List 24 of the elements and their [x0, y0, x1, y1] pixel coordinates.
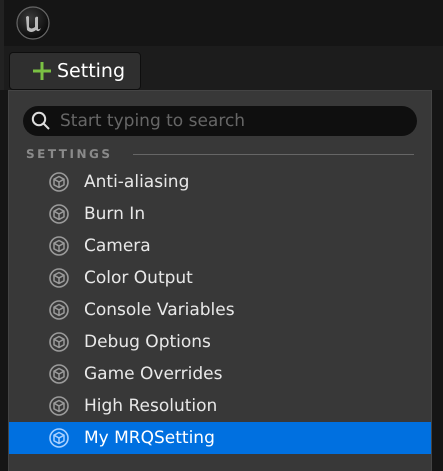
- menu-item[interactable]: Debug Options: [9, 326, 431, 358]
- cube-icon: [49, 172, 69, 192]
- menu-item[interactable]: High Resolution: [9, 390, 431, 422]
- search-icon: [31, 111, 51, 131]
- cube-icon: [49, 332, 69, 352]
- logo-icon[interactable]: [16, 6, 50, 40]
- menu-item[interactable]: Anti-aliasing: [9, 166, 431, 198]
- add-setting-button[interactable]: Setting: [9, 52, 141, 90]
- menu-item[interactable]: Color Output: [9, 262, 431, 294]
- cube-icon: [49, 428, 69, 448]
- menu-item[interactable]: Camera: [9, 230, 431, 262]
- menu-item[interactable]: Console Variables: [9, 294, 431, 326]
- cube-icon: [49, 364, 69, 384]
- menu-item[interactable]: Game Overrides: [9, 358, 431, 390]
- cube-icon: [49, 268, 69, 288]
- menu-item[interactable]: My MRQSetting: [9, 422, 431, 454]
- cube-icon: [49, 396, 69, 416]
- cube-icon: [49, 204, 69, 224]
- cube-icon: [49, 300, 69, 320]
- menu-item[interactable]: Burn In: [9, 198, 431, 230]
- cube-icon: [49, 236, 69, 256]
- section-header: SETTINGS: [26, 147, 112, 161]
- search-field[interactable]: Start typing to search: [23, 106, 417, 136]
- plus-icon: [32, 61, 52, 81]
